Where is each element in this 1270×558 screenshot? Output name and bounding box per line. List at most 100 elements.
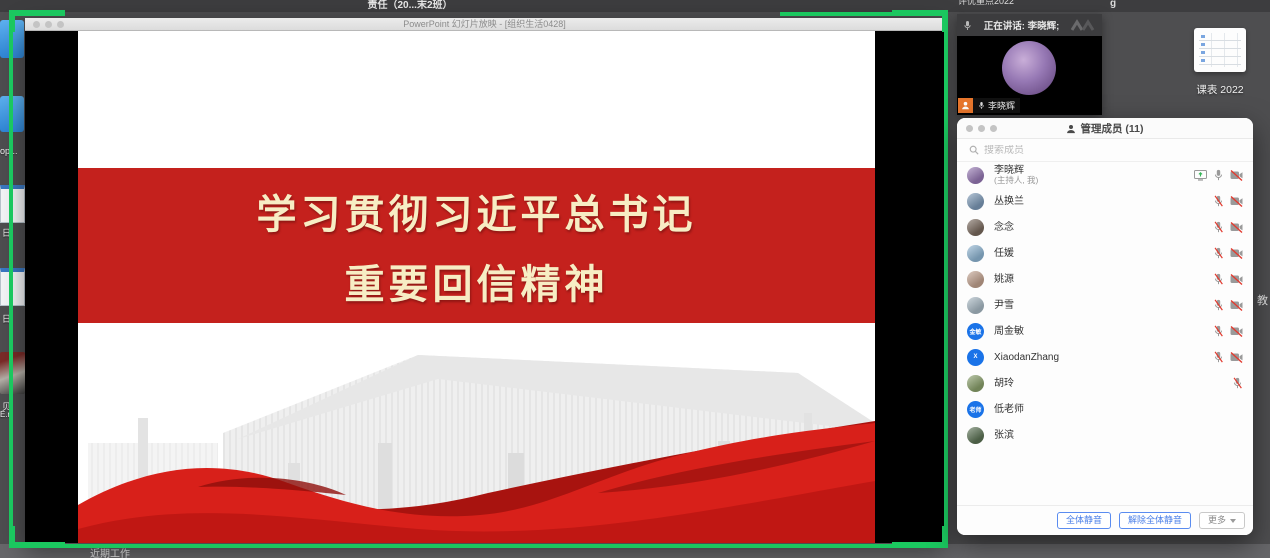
avatar <box>967 167 984 184</box>
desktop-screen: op... 日 日 贝 E.n 责任（20...末2班） 评优重点2022 g … <box>0 0 1270 558</box>
camera-off-icon[interactable] <box>1230 326 1243 337</box>
member-row[interactable]: X XiaodanZhang <box>957 344 1253 370</box>
share-border-corner <box>9 10 15 32</box>
slide-artwork <box>78 323 875 543</box>
avatar: X <box>967 349 984 366</box>
powerpoint-window-title: PowerPoint 幻灯片放映 - [组织生活0428] <box>25 18 944 31</box>
member-row[interactable]: 念念 <box>957 214 1253 240</box>
member-row[interactable]: 老师 低老师 <box>957 396 1253 422</box>
members-panel-footer: 全体静音 解除全体静音 更多 <box>957 505 1253 535</box>
members-panel: 管理成员 (11) 李晓辉 (主持人, 我) <box>957 118 1253 535</box>
member-name: 周金敏 <box>994 326 1024 337</box>
share-border-corner <box>942 10 948 32</box>
member-row[interactable]: 张滨 <box>957 422 1253 448</box>
mic-icon <box>978 101 985 110</box>
speaker-name-tag: 李晓辉 <box>958 98 1020 113</box>
member-name: 尹雪 <box>994 300 1014 311</box>
member-name: 胡玲 <box>994 378 1014 389</box>
speaker-avatar <box>1002 41 1056 95</box>
member-name: 念念 <box>994 222 1014 233</box>
member-name: 姚源 <box>994 274 1014 285</box>
member-name: 低老师 <box>994 404 1024 415</box>
avatar <box>967 219 984 236</box>
more-button[interactable]: 更多 <box>1199 512 1245 529</box>
powerpoint-window: PowerPoint 幻灯片放映 - [组织生活0428] 学习贯彻习近平总书记… <box>25 18 944 544</box>
mic-icon <box>963 20 972 31</box>
schedule-file-icon[interactable] <box>1194 28 1246 72</box>
member-row[interactable]: 胡玲 <box>957 370 1253 396</box>
speaker-video-header: 正在讲话: 李晓辉; <box>957 14 1102 36</box>
powerpoint-titlebar[interactable]: PowerPoint 幻灯片放映 - [组织生活0428] <box>25 18 944 31</box>
share-border-left <box>9 12 13 548</box>
caret-down-icon <box>1230 519 1236 523</box>
share-border-corner <box>942 526 948 548</box>
avatar <box>967 375 984 392</box>
member-row[interactable]: 李晓辉 (主持人, 我) <box>957 162 1253 188</box>
member-search-row <box>957 139 1253 162</box>
camera-off-icon[interactable] <box>1230 352 1243 363</box>
slide-title-line2: 重要回信精神 <box>345 252 609 310</box>
member-search-input[interactable] <box>984 145 1224 156</box>
slide-title-line1: 学习贯彻习近平总书记 <box>257 182 697 240</box>
camera-off-icon[interactable] <box>1230 300 1243 311</box>
desktop-icon-label-clipped: 评优重点2022 <box>958 0 1028 8</box>
camera-off-icon[interactable] <box>1230 274 1243 285</box>
members-panel-title: 管理成员 (11) <box>957 118 1253 139</box>
mic-off-icon[interactable] <box>1213 299 1224 311</box>
desktop-label-partial: 教 <box>1257 295 1268 308</box>
member-name: 任媛 <box>994 248 1014 259</box>
camera-off-icon[interactable] <box>1230 170 1243 181</box>
mic-off-icon[interactable] <box>1213 351 1224 363</box>
share-border-right <box>944 12 948 548</box>
schedule-file-label: 课表 2022 <box>1180 82 1260 97</box>
camera-off-icon[interactable] <box>1230 222 1243 233</box>
sharing-badge-icon <box>958 98 973 113</box>
mic-icon[interactable] <box>1213 169 1224 181</box>
screen-share-icon[interactable] <box>1194 170 1207 181</box>
mic-off-icon[interactable] <box>1213 273 1224 285</box>
share-border-corner <box>892 542 948 548</box>
search-icon <box>969 145 979 155</box>
members-panel-titlebar[interactable]: 管理成员 (11) <box>957 118 1253 139</box>
avatar <box>967 427 984 444</box>
share-border-corner <box>892 10 948 16</box>
avatar: 老师 <box>967 401 984 418</box>
member-name: XiaodanZhang <box>994 352 1059 363</box>
slideshow-stage: 学习贯彻习近平总书记 重要回信精神 <box>25 31 944 543</box>
avatar <box>967 297 984 314</box>
member-name: 丛换兰 <box>994 196 1024 207</box>
mute-all-button[interactable]: 全体静音 <box>1057 512 1111 529</box>
schedule-icon-grid <box>1199 33 1241 67</box>
share-border-bottom <box>9 544 948 548</box>
camera-off-icon[interactable] <box>1230 196 1243 207</box>
member-row[interactable]: 丛换兰 <box>957 188 1253 214</box>
mic-off-icon[interactable] <box>1213 221 1224 233</box>
avatar: 金敏 <box>967 323 984 340</box>
member-row[interactable]: 尹雪 <box>957 292 1253 318</box>
member-name: 张滨 <box>994 430 1014 441</box>
speaker-video-body: 李晓辉 <box>957 36 1102 115</box>
mic-off-icon[interactable] <box>1213 195 1224 207</box>
mic-off-icon[interactable] <box>1213 247 1224 259</box>
camera-off-icon[interactable] <box>1230 248 1243 259</box>
slide-title-banner: 学习贯彻习近平总书记 重要回信精神 <box>78 168 875 323</box>
mic-off-icon[interactable] <box>1213 325 1224 337</box>
slide: 学习贯彻习近平总书记 重要回信精神 <box>78 31 875 543</box>
share-border-corner <box>9 526 15 548</box>
share-border-corner <box>9 10 65 16</box>
member-row[interactable]: 姚源 <box>957 266 1253 292</box>
speaker-name: 李晓辉 <box>988 99 1015 112</box>
desktop-icon-label-clipped: g <box>1110 0 1116 9</box>
share-border-corner <box>9 542 65 548</box>
mic-off-icon[interactable] <box>1232 377 1243 389</box>
meeting-window-titlebar[interactable]: 责任（20...末2班） 评优重点2022 g <box>0 0 1270 12</box>
member-row[interactable]: 金敏 周金敏 <box>957 318 1253 344</box>
speaking-status: 正在讲话: 李晓辉; <box>972 18 1071 32</box>
member-row[interactable]: 任媛 <box>957 240 1253 266</box>
member-role: (主持人, 我) <box>994 176 1038 185</box>
person-icon <box>1066 124 1076 134</box>
avatar <box>967 245 984 262</box>
avatar <box>967 193 984 210</box>
unmute-all-button[interactable]: 解除全体静音 <box>1119 512 1191 529</box>
speaker-video-panel[interactable]: 正在讲话: 李晓辉; 李晓辉 <box>957 14 1102 115</box>
